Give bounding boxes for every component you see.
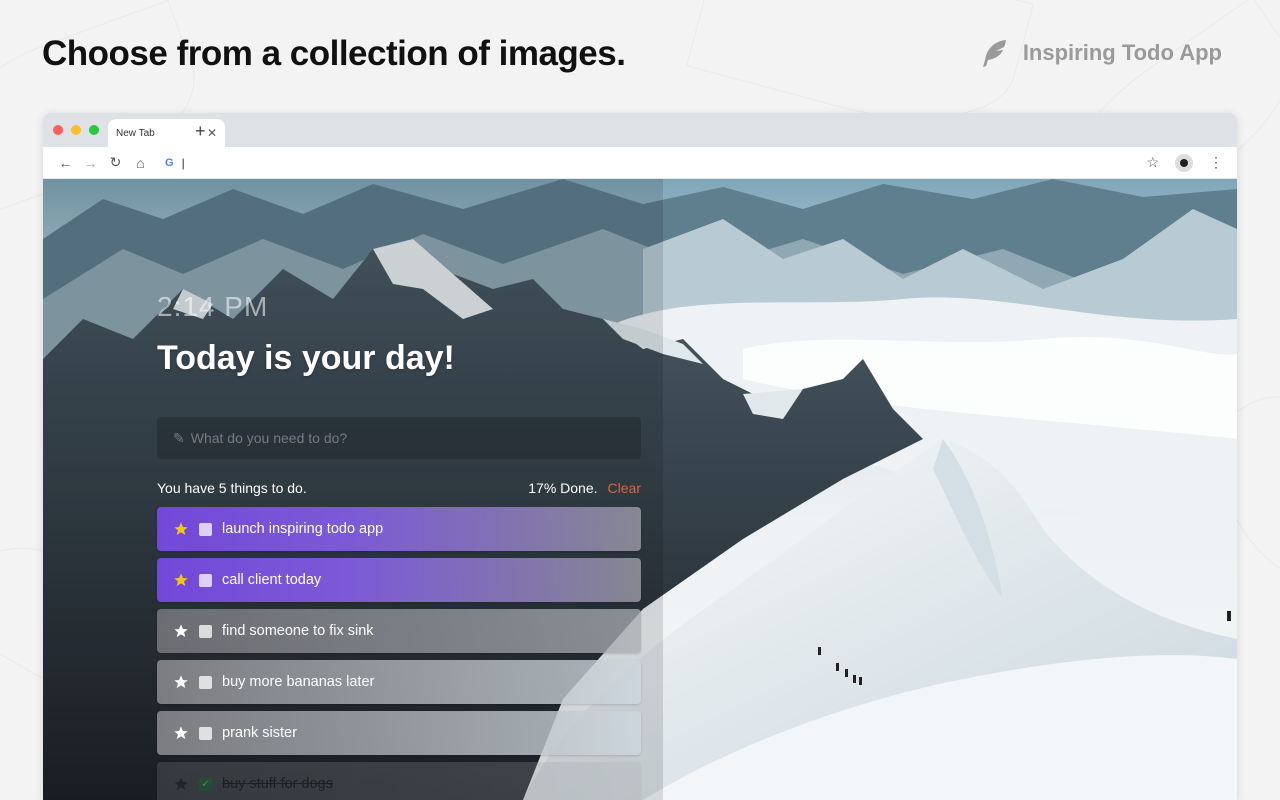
close-window-button[interactable] bbox=[53, 125, 63, 135]
todo-list: launch inspiring todo app call client to… bbox=[157, 507, 641, 800]
bookmark-star-icon[interactable]: ☆ bbox=[1146, 154, 1159, 171]
person-icon bbox=[1180, 158, 1188, 167]
forward-arrow-icon[interactable]: → bbox=[78, 155, 103, 171]
todo-item[interactable]: buy more bananas later bbox=[157, 660, 641, 704]
todo-text: launch inspiring todo app bbox=[222, 521, 384, 537]
new-tab-page: 2:14 PM Today is your day! ✎ You have 5 … bbox=[43, 179, 1237, 800]
brand: Inspiring Todo App bbox=[981, 38, 1222, 68]
tab-bar: New Tab ✕ + bbox=[43, 113, 1237, 147]
todo-text: buy stuff for dogs bbox=[222, 776, 333, 792]
star-icon[interactable] bbox=[173, 623, 189, 639]
new-todo-input[interactable] bbox=[190, 430, 611, 446]
address-value: | bbox=[181, 155, 185, 170]
star-icon[interactable] bbox=[173, 572, 189, 588]
promo-headline: Choose from a collection of images. bbox=[42, 34, 626, 73]
menu-kebab-icon[interactable]: ⋮ bbox=[1209, 154, 1223, 171]
greeting: Today is your day! bbox=[157, 339, 455, 377]
browser-window: New Tab ✕ + ← → ↻ ⌂ G | ☆ ⋮ 2:14 PM Toda… bbox=[43, 113, 1237, 800]
profile-avatar[interactable] bbox=[1175, 153, 1193, 172]
star-icon[interactable] bbox=[173, 776, 189, 792]
todo-checkbox[interactable] bbox=[199, 522, 212, 536]
todo-count: You have 5 things to do. bbox=[157, 480, 307, 496]
new-todo-bar[interactable]: ✎ bbox=[157, 417, 641, 459]
minimize-window-button[interactable] bbox=[71, 125, 81, 135]
reload-icon[interactable]: ↻ bbox=[103, 154, 128, 171]
star-icon[interactable] bbox=[173, 725, 189, 741]
home-icon[interactable]: ⌂ bbox=[128, 155, 153, 171]
address-bar[interactable]: G | bbox=[159, 150, 1139, 175]
close-icon[interactable]: ✕ bbox=[207, 126, 217, 140]
todo-text: call client today bbox=[222, 572, 322, 588]
tab-title: New Tab bbox=[116, 127, 155, 139]
todo-item-done[interactable]: ✓ buy stuff for dogs bbox=[157, 762, 641, 800]
todo-checkbox-checked[interactable]: ✓ bbox=[199, 777, 212, 791]
star-icon[interactable] bbox=[173, 674, 189, 690]
edit-icon: ✎ bbox=[173, 429, 185, 446]
brand-name: Inspiring Todo App bbox=[1022, 40, 1222, 65]
todo-checkbox[interactable] bbox=[199, 624, 212, 638]
todo-text: prank sister bbox=[222, 725, 297, 741]
clear-button[interactable]: Clear bbox=[608, 480, 641, 496]
clock: 2:14 PM bbox=[157, 291, 269, 322]
todo-item[interactable]: find someone to fix sink bbox=[157, 609, 641, 653]
todo-checkbox[interactable] bbox=[199, 726, 212, 740]
tab-new-tab[interactable]: New Tab ✕ bbox=[108, 119, 225, 147]
maximize-window-button[interactable] bbox=[89, 125, 99, 135]
browser-toolbar: ← → ↻ ⌂ G | ☆ ⋮ bbox=[43, 147, 1237, 179]
todo-item[interactable]: launch inspiring todo app bbox=[157, 507, 641, 551]
todo-checkbox[interactable] bbox=[199, 675, 212, 689]
todo-checkbox[interactable] bbox=[199, 573, 212, 587]
new-tab-button[interactable]: + bbox=[195, 121, 206, 142]
todo-text: find someone to fix sink bbox=[222, 623, 374, 639]
google-icon: G bbox=[165, 156, 174, 169]
todo-text: buy more bananas later bbox=[222, 674, 375, 690]
todo-item[interactable]: call client today bbox=[157, 558, 641, 602]
todo-item[interactable]: prank sister bbox=[157, 711, 641, 755]
star-icon[interactable] bbox=[173, 521, 189, 537]
back-arrow-icon[interactable]: ← bbox=[53, 155, 78, 171]
done-percent: 17% Done. bbox=[528, 480, 598, 496]
feather-icon bbox=[982, 40, 1006, 67]
window-controls bbox=[53, 125, 99, 135]
todo-status: You have 5 things to do. 17% Done. Clear bbox=[157, 480, 641, 496]
